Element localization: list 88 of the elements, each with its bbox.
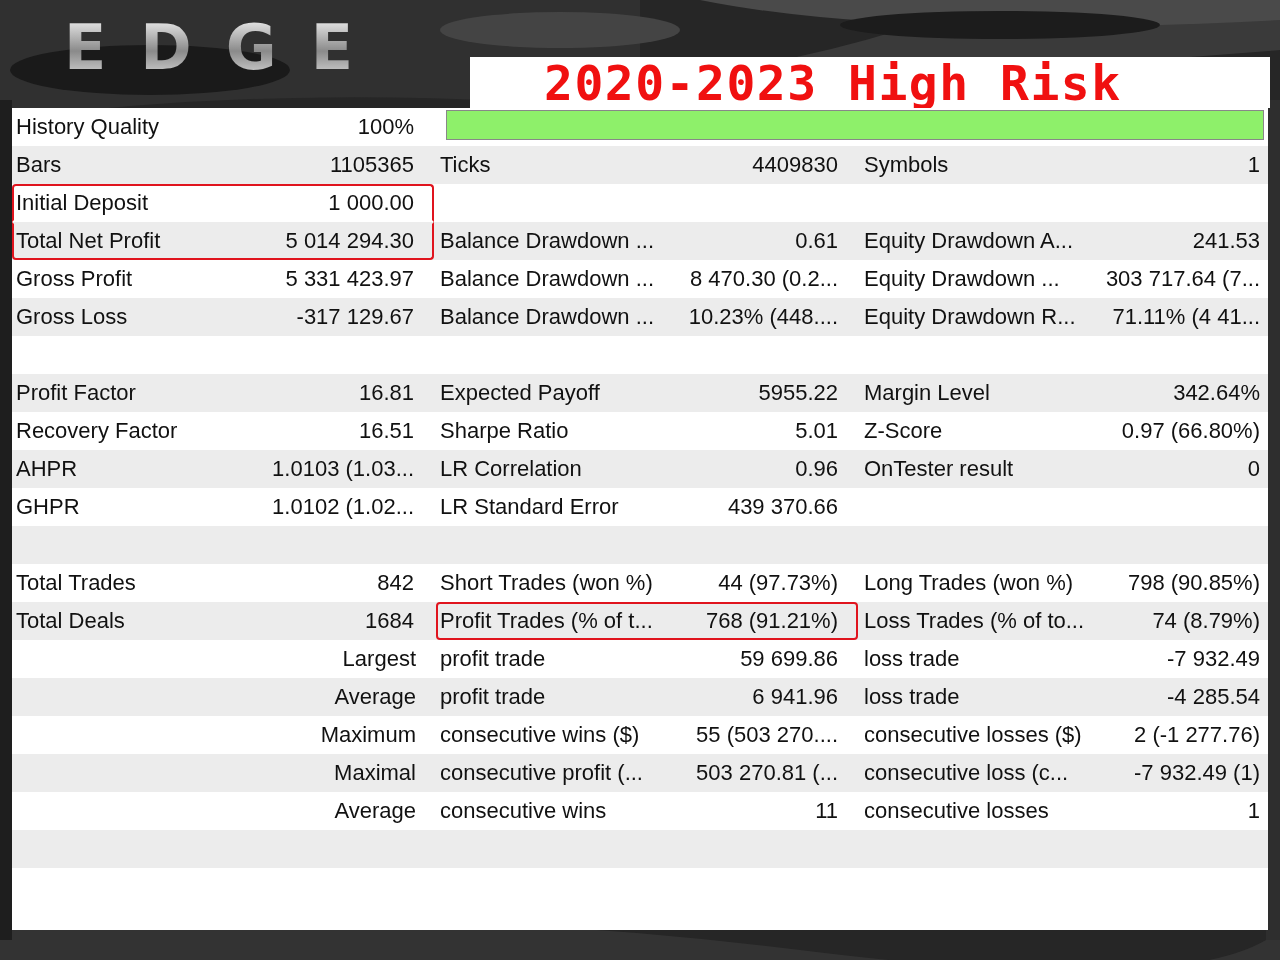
stat-label: Gross Profit xyxy=(16,266,133,292)
stat-value: 5.01 xyxy=(795,418,838,444)
stat-label: Loss Trades (% of to... xyxy=(864,608,1085,634)
stat-value: 6 941.96 xyxy=(752,684,838,710)
stat-value: -7 932.49 xyxy=(1167,646,1260,672)
stat-label: Initial Deposit xyxy=(16,190,149,216)
stat-value: -317 129.67 xyxy=(296,304,414,330)
stat-label: loss trade xyxy=(864,684,960,710)
stat-value: 0 xyxy=(1247,456,1260,482)
stat-label: Margin Level xyxy=(864,380,990,406)
stat-label: GHPR xyxy=(16,494,80,520)
section-heading: Maximal xyxy=(334,760,416,786)
report-title: 2020-2023 High Risk xyxy=(544,58,1122,107)
stat-label: profit trade xyxy=(440,646,546,672)
stat-value: 44 (97.73%) xyxy=(718,570,838,596)
stat-label: Z-Score xyxy=(864,418,943,444)
stat-value: 241.53 xyxy=(1192,228,1260,254)
stat-value: 798 (90.85%) xyxy=(1127,570,1260,596)
stat-label: Symbols xyxy=(864,152,949,178)
stat-value: -4 285.54 xyxy=(1167,684,1260,710)
stat-label: History Quality xyxy=(16,114,160,140)
stat-label: loss trade xyxy=(864,646,960,672)
stat-value: 55 (503 270.... xyxy=(696,722,838,748)
stat-label: LR Correlation xyxy=(440,456,582,482)
stat-label: Expected Payoff xyxy=(440,380,600,406)
stat-value: 303 717.64 (7... xyxy=(1105,266,1260,292)
stat-value: 1684 xyxy=(365,608,414,634)
stat-value: 71.11% (4 41... xyxy=(1112,304,1260,330)
stat-value: 4409830 xyxy=(752,152,838,178)
stat-label: consecutive profit (... xyxy=(440,760,643,786)
stat-value: 439 370.66 xyxy=(727,494,838,520)
section-heading: Average xyxy=(334,798,416,824)
stat-value: 1 xyxy=(1247,152,1260,178)
stat-label: Recovery Factor xyxy=(16,418,178,444)
stat-value: 342.64% xyxy=(1173,380,1260,406)
stat-label: Profit Trades (% of t... xyxy=(440,608,653,634)
stat-label: Balance Drawdown ... xyxy=(440,228,654,254)
stat-value: -7 932.49 (1) xyxy=(1134,760,1260,786)
stat-value: 503 270.81 (... xyxy=(696,760,838,786)
stat-value: 0.61 xyxy=(795,228,838,254)
stat-value: 0.96 xyxy=(795,456,838,482)
section-heading: Largest xyxy=(342,646,416,672)
section-heading: Average xyxy=(334,684,416,710)
stat-label: consecutive wins ($) xyxy=(440,722,640,748)
stat-label: consecutive wins xyxy=(440,798,607,824)
stat-value: 11 xyxy=(815,798,838,824)
stat-value: 100% xyxy=(357,114,414,140)
stat-label: Long Trades (won %) xyxy=(864,570,1074,596)
stat-label: Profit Factor xyxy=(16,380,136,406)
stat-label: Equity Drawdown R... xyxy=(864,304,1076,330)
stat-value: 10.23% (448.... xyxy=(688,304,838,330)
stat-value: 5955.22 xyxy=(758,380,838,406)
stat-value: 768 (91.21%) xyxy=(705,608,838,634)
stat-value: 59 699.86 xyxy=(740,646,838,672)
stat-label: Balance Drawdown ... xyxy=(440,304,654,330)
stat-label: Ticks xyxy=(440,152,491,178)
stat-label: consecutive losses ($) xyxy=(864,722,1082,748)
stat-value: 74 (8.79%) xyxy=(1152,608,1260,634)
stat-value: 5 331 423.97 xyxy=(285,266,414,292)
stat-value: 5 014 294.30 xyxy=(285,228,414,254)
stat-label: AHPR xyxy=(16,456,78,482)
stat-label: Bars xyxy=(16,152,62,178)
stat-value: 842 xyxy=(377,570,414,596)
stat-label: OnTester result xyxy=(864,456,1014,482)
stat-label: profit trade xyxy=(440,684,546,710)
stat-value: 16.81 xyxy=(358,380,414,406)
stat-label: Balance Drawdown ... xyxy=(440,266,654,292)
stat-value: 1.0102 (1.02... xyxy=(272,494,414,520)
stat-value: 8 470.30 (0.2... xyxy=(690,266,838,292)
stat-label: Total Net Profit xyxy=(16,228,161,254)
stat-value: 16.51 xyxy=(358,418,414,444)
stat-label: Gross Loss xyxy=(16,304,128,330)
stat-label: Equity Drawdown ... xyxy=(864,266,1060,292)
stat-label: Short Trades (won %) xyxy=(440,570,653,596)
stat-value: 0.97 (66.80%) xyxy=(1121,418,1260,444)
stat-label: consecutive loss (c... xyxy=(864,760,1069,786)
stat-label: Total Trades xyxy=(16,570,136,596)
stat-label: Equity Drawdown A... xyxy=(864,228,1074,254)
stat-label: LR Standard Error xyxy=(440,494,619,520)
stat-value: 1 xyxy=(1247,798,1260,824)
stat-value: 1.0103 (1.03... xyxy=(272,456,414,482)
stat-label: Sharpe Ratio xyxy=(440,418,569,444)
stat-label: Total Deals xyxy=(16,608,125,634)
stat-value: 1 000.00 xyxy=(328,190,414,216)
stat-label: consecutive losses xyxy=(864,798,1049,824)
stat-value: 1105365 xyxy=(330,152,414,178)
stat-value: 2 (-1 277.76) xyxy=(1134,722,1260,748)
section-heading: Maximum xyxy=(320,722,416,748)
